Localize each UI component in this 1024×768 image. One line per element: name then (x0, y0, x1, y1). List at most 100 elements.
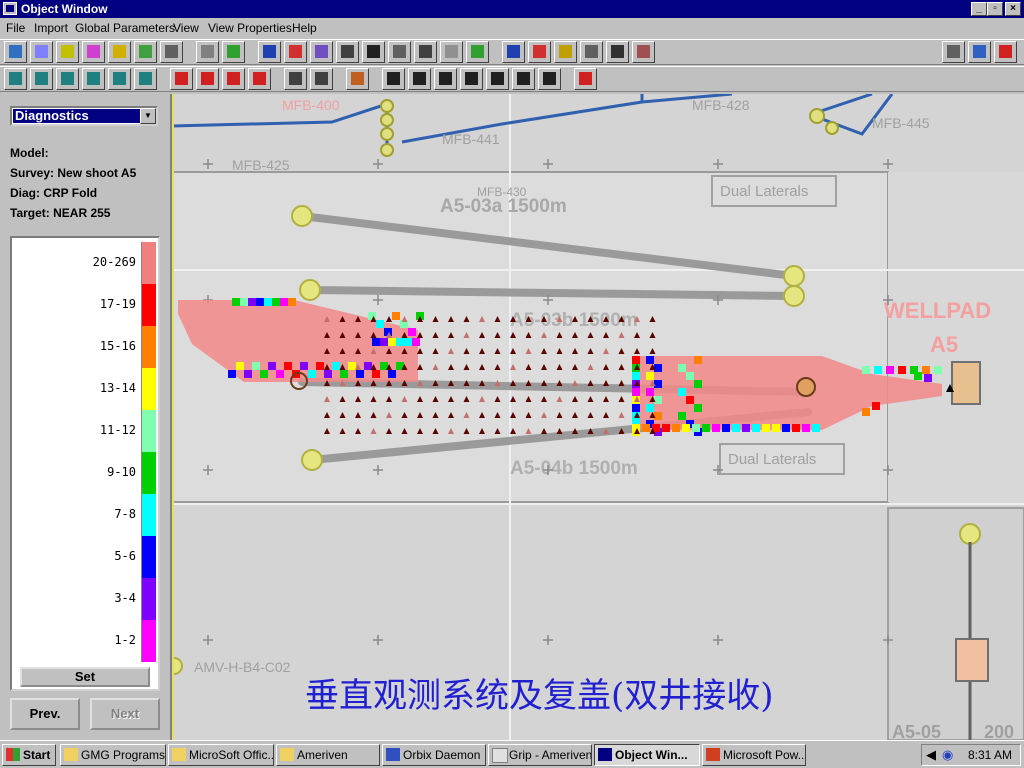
fold-cell (862, 408, 870, 416)
fold-cell (654, 412, 662, 420)
speaker-icon[interactable]: ◀ (926, 747, 936, 763)
toolbar-button-16[interactable] (414, 41, 437, 63)
nav-button-16[interactable] (434, 68, 457, 90)
legend-swatch (141, 368, 156, 410)
nav-button-1[interactable] (4, 68, 27, 90)
nav-button-11[interactable] (284, 68, 307, 90)
toolbar-button-7[interactable] (160, 41, 183, 63)
nav-icon-6 (139, 72, 152, 85)
toolbar-button-13[interactable] (336, 41, 359, 63)
nav-button-10[interactable] (248, 68, 271, 90)
toolbar-button-8[interactable] (196, 41, 219, 63)
toolbar-button-19[interactable] (502, 41, 525, 63)
chevron-down-icon[interactable]: ▼ (140, 108, 156, 124)
menu-view-properties[interactable]: View Properties (208, 21, 292, 35)
nav-button-4[interactable] (82, 68, 105, 90)
task-orbix-daemon[interactable]: Orbix Daemon (382, 744, 486, 766)
label-dual-laterals-2: Dual Laterals (728, 451, 816, 468)
toolbar-button-4[interactable] (82, 41, 105, 63)
fold-cell (722, 424, 730, 432)
task-microsoft-powerpoint[interactable]: Microsoft Pow... (702, 744, 806, 766)
task-grip-ameriven[interactable]: Grip - Ameriven (488, 744, 592, 766)
fold-cell (654, 396, 662, 404)
nav-icon-2 (35, 72, 48, 85)
minimize-button[interactable]: _ (971, 2, 987, 16)
nav-button-6[interactable] (134, 68, 157, 90)
nav-button-18[interactable] (486, 68, 509, 90)
fold-cell (232, 298, 240, 306)
model-label: Model: (10, 146, 49, 160)
nav-button-19[interactable] (512, 68, 535, 90)
nav-button-8[interactable] (196, 68, 219, 90)
refresh-button[interactable] (968, 41, 991, 63)
menu-view[interactable]: View (173, 21, 199, 35)
nav-button-2[interactable] (30, 68, 53, 90)
toolbar-button-15[interactable] (388, 41, 411, 63)
toolbar-button-23[interactable] (606, 41, 629, 63)
task-object-window[interactable]: Object Win... (594, 744, 700, 766)
map-view[interactable]: MFB-400 MFB-428 MFB-441 MFB-445 MFB-425 … (170, 94, 1024, 740)
nav-button-7[interactable] (170, 68, 193, 90)
close-button[interactable]: × (1005, 2, 1021, 16)
fold-cell (898, 366, 906, 374)
label-200: 200 (984, 722, 1014, 740)
fold-cell (732, 424, 740, 432)
toolbar-button-11[interactable] (284, 41, 307, 63)
system-tray: ◀ ◉ 8:31 AM (921, 744, 1021, 766)
fold-cell (642, 424, 650, 432)
nav-button-13[interactable] (346, 68, 369, 90)
network-icon[interactable]: ◉ (942, 747, 953, 763)
clock: 8:31 AM (968, 748, 1013, 762)
nav-button-20[interactable] (538, 68, 561, 90)
menu-file[interactable]: File (6, 21, 25, 35)
fold-cell (662, 424, 670, 432)
legend-label: 7-8 (114, 507, 136, 521)
nav-button-17[interactable] (460, 68, 483, 90)
toolbar-button-14[interactable] (362, 41, 385, 63)
nav-icon-10 (253, 72, 266, 85)
nav-icon-12 (315, 72, 328, 85)
nav-button-9[interactable] (222, 68, 245, 90)
toolbar-button-5[interactable] (108, 41, 131, 63)
menu-help[interactable]: Help (292, 21, 317, 35)
set-button[interactable]: Set (20, 667, 150, 687)
mode-select[interactable]: Diagnostics ▼ (10, 106, 158, 126)
toolbar-button-10[interactable] (258, 41, 281, 63)
toolbar-button-21[interactable] (554, 41, 577, 63)
prev-button[interactable]: Prev. (10, 698, 80, 730)
next-button[interactable]: Next (90, 698, 160, 730)
task-ameriven[interactable]: Ameriven (276, 744, 380, 766)
task-microsoft-office[interactable]: MicroSoft Offic... (168, 744, 274, 766)
menu-import[interactable]: Import (34, 21, 68, 35)
toolbar-button-3[interactable] (56, 41, 79, 63)
toolbar-button-2[interactable] (30, 41, 53, 63)
toolbar-button-20[interactable] (528, 41, 551, 63)
toolbar-button-18[interactable] (466, 41, 489, 63)
fold-cell (404, 338, 412, 346)
fold-cell (256, 298, 264, 306)
nav-button-5[interactable] (108, 68, 131, 90)
label-amv: AMV-H-B4-C02 (194, 659, 291, 675)
toolbar-button-6[interactable] (134, 41, 157, 63)
print-button[interactable] (942, 41, 965, 63)
nav-button-21[interactable] (574, 68, 597, 90)
toolbar-button-12[interactable] (310, 41, 333, 63)
app-icon[interactable] (3, 2, 17, 15)
nav-button-3[interactable] (56, 68, 79, 90)
nav-button-12[interactable] (310, 68, 333, 90)
fold-cell (872, 402, 880, 410)
toolbar-button-24[interactable] (632, 41, 655, 63)
nav-button-15[interactable] (408, 68, 431, 90)
toolbar-button-17[interactable] (440, 41, 463, 63)
fold-cell (914, 372, 922, 380)
task-gmg-programs[interactable]: GMG Programs (60, 744, 166, 766)
toolbar-button-22[interactable] (580, 41, 603, 63)
start-button[interactable]: Start (2, 744, 56, 766)
p-button[interactable] (994, 41, 1017, 63)
nav-icon-14 (387, 72, 400, 85)
nav-button-14[interactable] (382, 68, 405, 90)
restore-button[interactable]: ▫ (987, 2, 1003, 16)
toolbar-button-9[interactable] (222, 41, 245, 63)
menu-global-parameters[interactable]: Global Parameters (75, 21, 175, 35)
toolbar-button-1[interactable] (4, 41, 27, 63)
